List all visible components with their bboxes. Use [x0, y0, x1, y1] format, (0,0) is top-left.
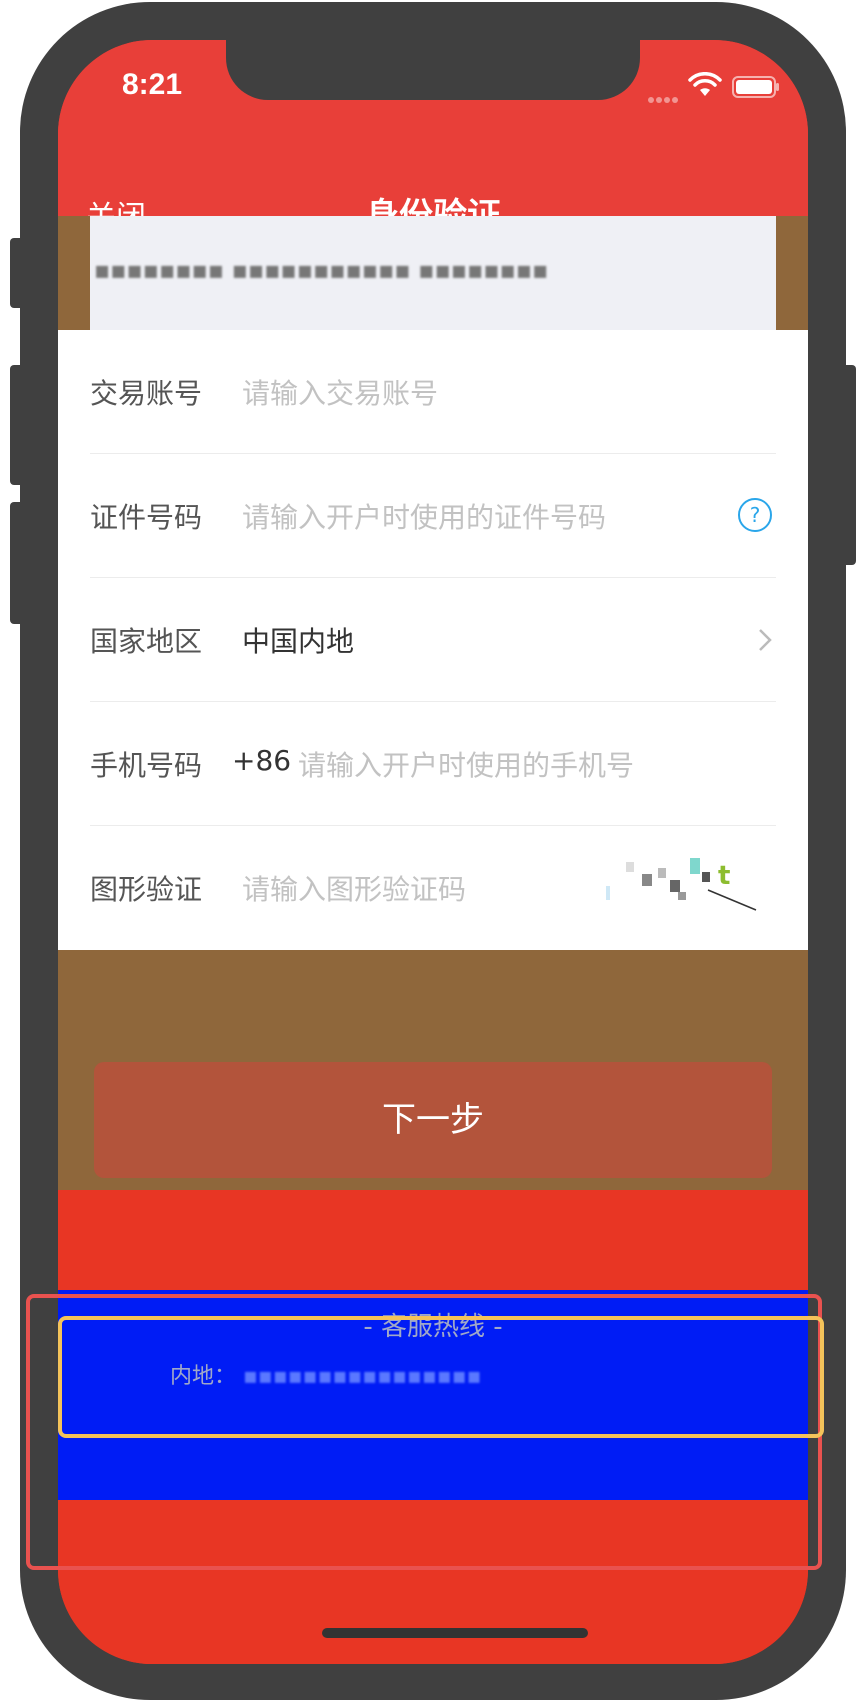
captcha-row[interactable]: 图形验证 请输入图形验证码 t [58, 826, 808, 950]
id-number-label: 证件号码 [90, 501, 203, 534]
region-value[interactable]: 中国内地 [242, 620, 354, 660]
phone-prefix[interactable]: +86 [232, 744, 291, 777]
svg-text:t: t [718, 861, 730, 891]
signal-dots-icon [648, 88, 684, 103]
help-circle-icon[interactable]: ? [738, 498, 772, 532]
captcha-label: 图形验证 [90, 873, 203, 906]
battery-icon [732, 76, 779, 98]
region-label: 国家地区 [90, 625, 203, 658]
captcha-image[interactable]: t [598, 846, 768, 930]
phone-row[interactable]: 手机号码 +86 请输入开户时使用的手机号 [58, 702, 808, 826]
notice-text: ▪▪▪▪▪▪▪▪ ▪▪▪▪▪▪▪▪▪▪▪ ▪▪▪▪▪▪▪▪ [94, 256, 549, 284]
highlight-box-yellow [58, 1316, 824, 1438]
verification-form: 交易账号 请输入交易账号 证件号码 请输入开户时使用的证件号码 ? 国家地区 中… [58, 330, 808, 950]
id-number-input[interactable]: 请输入开户时使用的证件号码 [242, 496, 606, 536]
notch [226, 40, 640, 100]
region-row[interactable]: 国家地区 中国内地 [58, 578, 808, 702]
phone-label: 手机号码 [90, 749, 203, 782]
id-number-row[interactable]: 证件号码 请输入开户时使用的证件号码 ? [58, 454, 808, 578]
chevron-right-icon [759, 629, 772, 651]
next-button[interactable]: 下一步 [94, 1062, 772, 1178]
captcha-input[interactable]: 请输入图形验证码 [242, 868, 466, 908]
wifi-icon [688, 72, 722, 96]
account-row[interactable]: 交易账号 请输入交易账号 [58, 330, 808, 454]
home-indicator[interactable] [322, 1628, 588, 1638]
account-input[interactable]: 请输入交易账号 [242, 372, 438, 412]
phone-input[interactable]: 请输入开户时使用的手机号 [298, 744, 634, 784]
account-label: 交易账号 [90, 377, 203, 410]
phone-mockup: 关闭 身份验证 8:21 ▪▪▪▪▪▪▪▪ ▪▪▪▪▪▪▪▪▪▪▪ ▪▪▪▪▪▪… [0, 0, 866, 1704]
spacer [58, 1190, 808, 1290]
status-time: 8:21 [122, 68, 183, 101]
notice-box: ▪▪▪▪▪▪▪▪ ▪▪▪▪▪▪▪▪▪▪▪ ▪▪▪▪▪▪▪▪ [90, 216, 776, 330]
